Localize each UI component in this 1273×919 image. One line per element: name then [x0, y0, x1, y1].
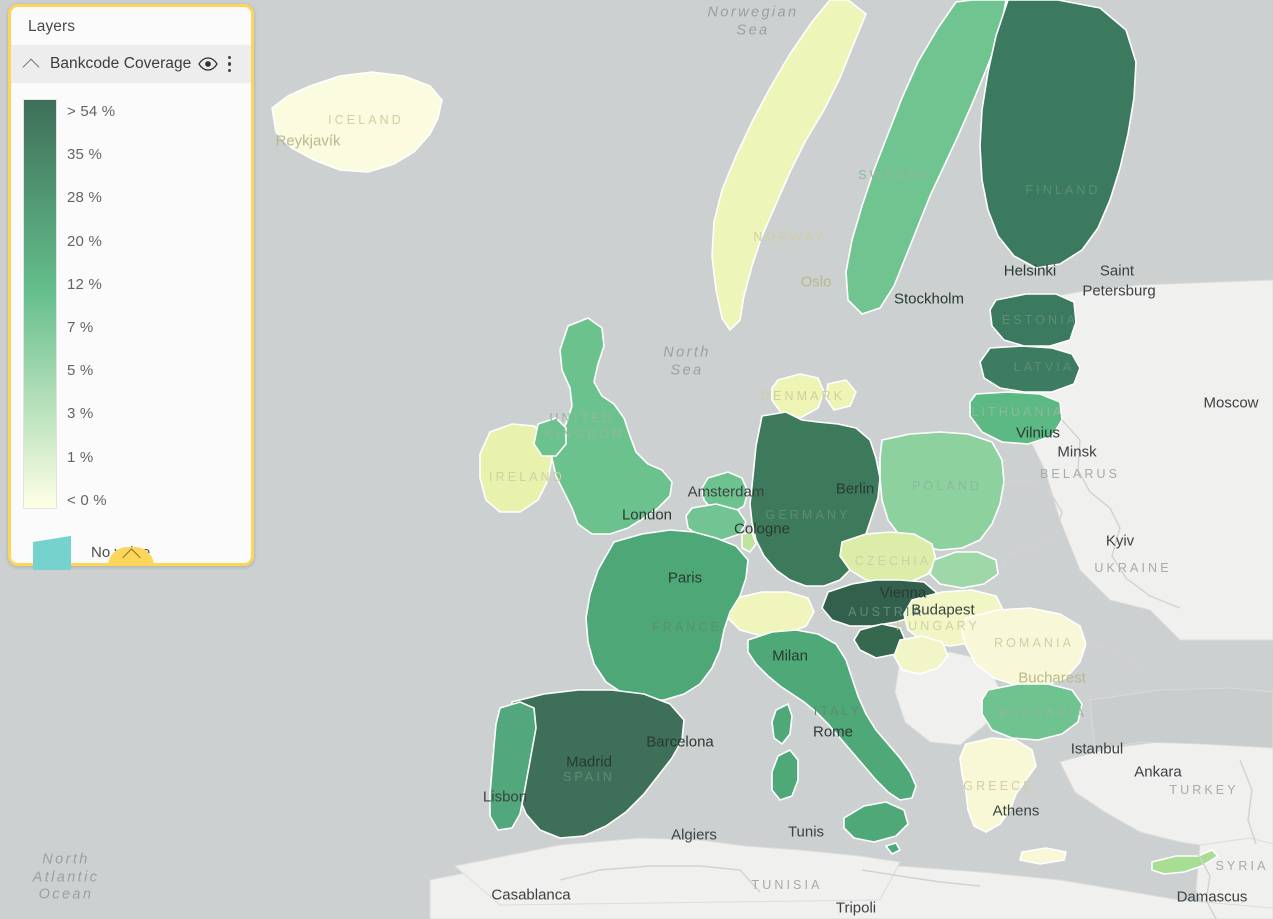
legend-body: > 54 % 35 % 28 % 20 % 12 % 7 % 5 % 3 % 1 % < 0 % …: [11, 83, 251, 570]
layer-header-row[interactable]: Bankcode Coverage: [11, 45, 251, 83]
color-gradient-bar: [23, 99, 57, 509]
country-crete[interactable]: [1019, 847, 1067, 865]
country-estonia[interactable]: [989, 293, 1077, 347]
unshaded-land-secondary: [1089, 687, 1273, 751]
legend-stop-2: 28 %: [67, 189, 102, 207]
legend-stop-7: 3 %: [67, 405, 94, 423]
legend-stop-8: 1 %: [67, 448, 94, 466]
country-latvia[interactable]: [979, 345, 1081, 393]
map-application: Norwegian Sea North Sea North Atlantic Ocean IC…: [0, 0, 1273, 919]
legend-stop-9: < 0 %: [67, 491, 107, 509]
chevron-up-icon: [121, 548, 141, 567]
eye-icon[interactable]: [197, 53, 219, 75]
more-vertical-icon[interactable]: [219, 53, 241, 75]
layers-panel: Layers Bankcode Coverage > 54 % 35 % 28 % 2…: [8, 4, 254, 570]
no-value-swatch: [33, 535, 71, 570]
legend-stop-1: 35 %: [67, 146, 102, 164]
legend-stop-0: > 54 %: [67, 103, 116, 120]
layer-name: Bankcode Coverage: [50, 55, 192, 72]
country-uk-northern-ireland[interactable]: [533, 417, 567, 457]
legend-stop-6: 5 %: [67, 362, 94, 380]
chevron-up-icon[interactable]: [23, 55, 41, 73]
panel-title: Layers: [28, 18, 76, 35]
legend-stop-4: 12 %: [67, 275, 102, 293]
legend-stop-5: 7 %: [67, 318, 94, 336]
legend-stop-3: 20 %: [67, 232, 102, 250]
legend-scale: > 54 % 35 % 28 % 20 % 12 % 7 % 5 % 3 % 1 % < 0 %: [67, 95, 251, 535]
